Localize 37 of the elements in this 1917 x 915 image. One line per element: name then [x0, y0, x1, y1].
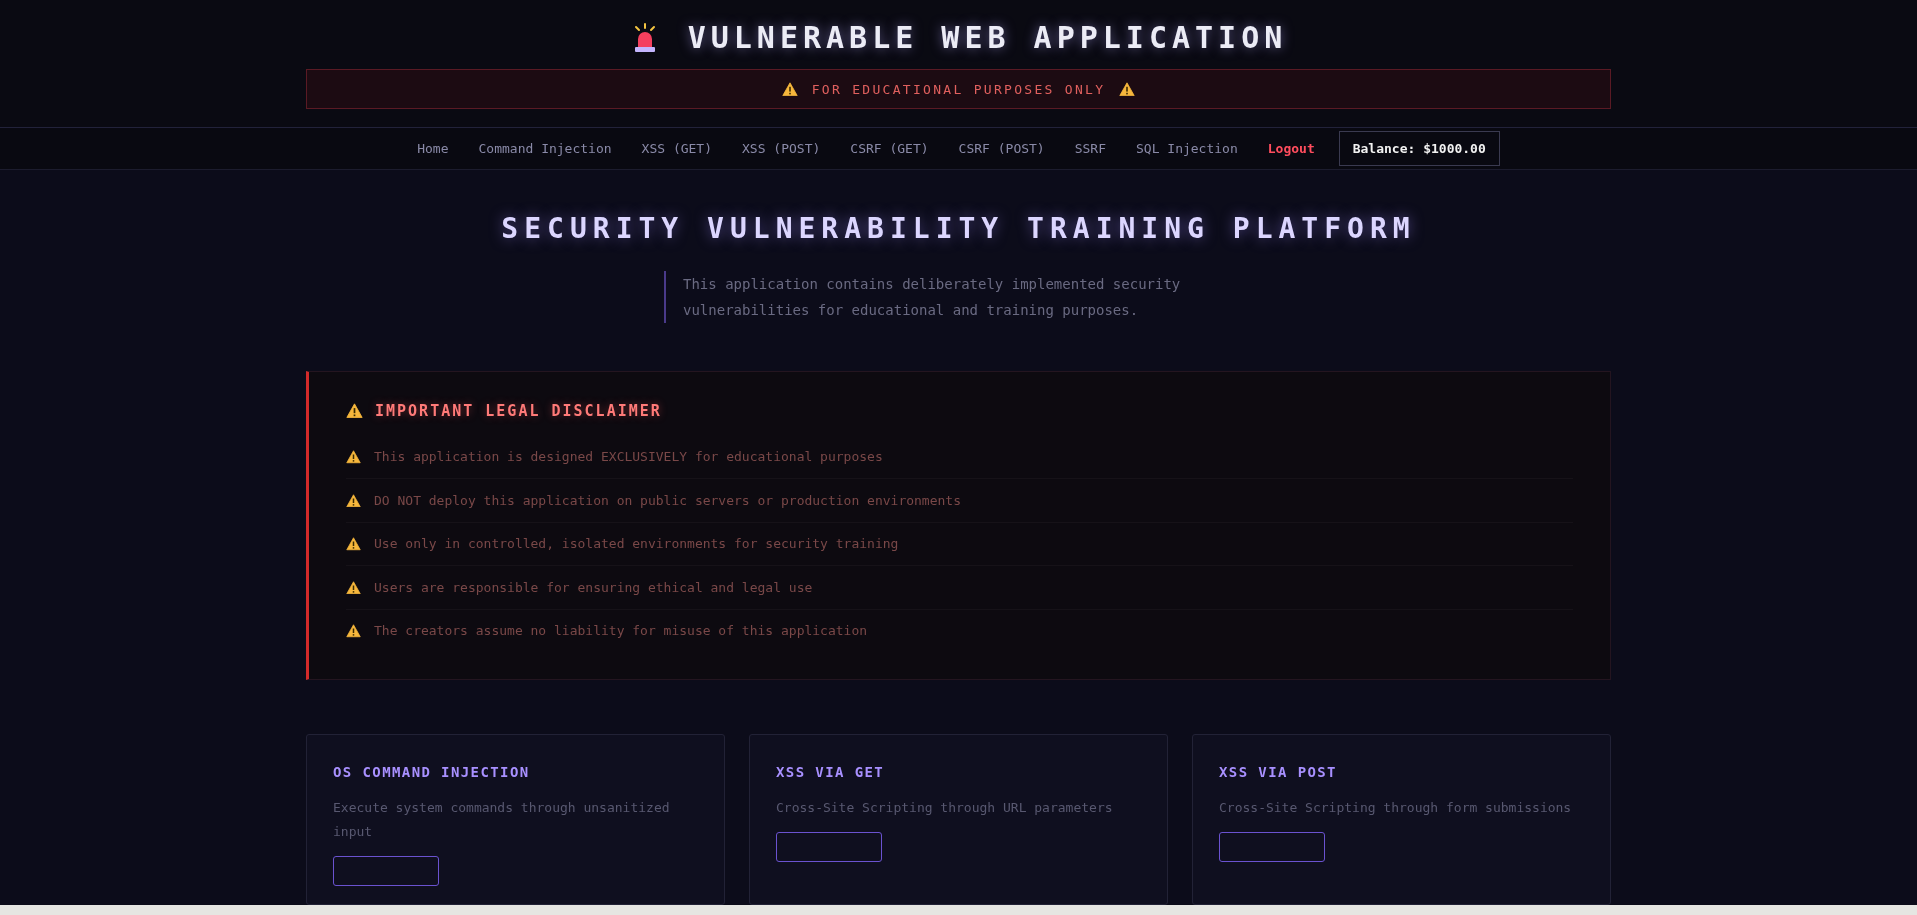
warning-icon [1119, 81, 1136, 97]
warning-icon [346, 580, 361, 594]
nav-link[interactable]: CSRF (POST) [958, 140, 1045, 156]
disclaimer-item: Users are responsible for ensuring ethical and legal use [374, 579, 813, 595]
warning-icon [346, 624, 361, 638]
card-description: Execute system commands through unsanitized input [333, 799, 671, 841]
card-title: XSS VIA GET [776, 764, 886, 780]
warning-icon [781, 81, 798, 97]
logout-link[interactable]: Logout [1267, 140, 1315, 156]
warning-icon [346, 450, 361, 464]
nav-link[interactable]: SSRF [1074, 140, 1106, 156]
nav-link[interactable]: Home [417, 140, 449, 156]
nav-link[interactable]: SQL Injection [1136, 140, 1238, 156]
nav-link[interactable]: Command Injection [478, 140, 612, 156]
card-description: Cross-Site Scripting through form submissions [1219, 799, 1573, 817]
site-title: VULNERABLE WEB APPLICATION [687, 20, 1288, 55]
card-description: Cross-Site Scripting through URL parameters [776, 799, 1114, 817]
disclaimer-title: IMPORTANT LEGAL DISCLAIMER [375, 401, 662, 420]
banner-text: FOR EDUCATIONAL PURPOSES ONLY [811, 81, 1106, 97]
page-heading: SECURITY VULNERABILITY TRAINING PLATFORM [501, 211, 1416, 245]
disclaimer-item: Use only in controlled, isolated environments for security training [374, 536, 899, 552]
disclaimer-item: DO NOT deploy this application on public servers or production environments [374, 492, 961, 508]
intro-text: This application contains deliberately implemented security vulnerabilities for educational and training purposes. [664, 270, 1223, 323]
nav-link[interactable]: CSRF (GET) [850, 140, 929, 156]
card-button[interactable] [333, 856, 439, 886]
balance-display: Balance: $1000.00 [1338, 130, 1500, 166]
card-title: OS COMMAND INJECTION [333, 764, 531, 780]
card-title: XSS VIA POST [1219, 764, 1338, 780]
nav-link[interactable]: XSS (GET) [641, 140, 713, 156]
card-button[interactable] [1219, 832, 1325, 862]
warning-icon [346, 537, 361, 551]
warning-icon [346, 493, 361, 507]
warning-icon [346, 402, 363, 419]
disclaimer-item: This application is designed EXCLUSIVELY for educational purposes [374, 449, 883, 465]
disclaimer-item: The creators assume no liability for misuse of this application [374, 623, 868, 639]
card-button[interactable] [776, 832, 882, 862]
nav-link[interactable]: XSS (POST) [742, 140, 821, 156]
